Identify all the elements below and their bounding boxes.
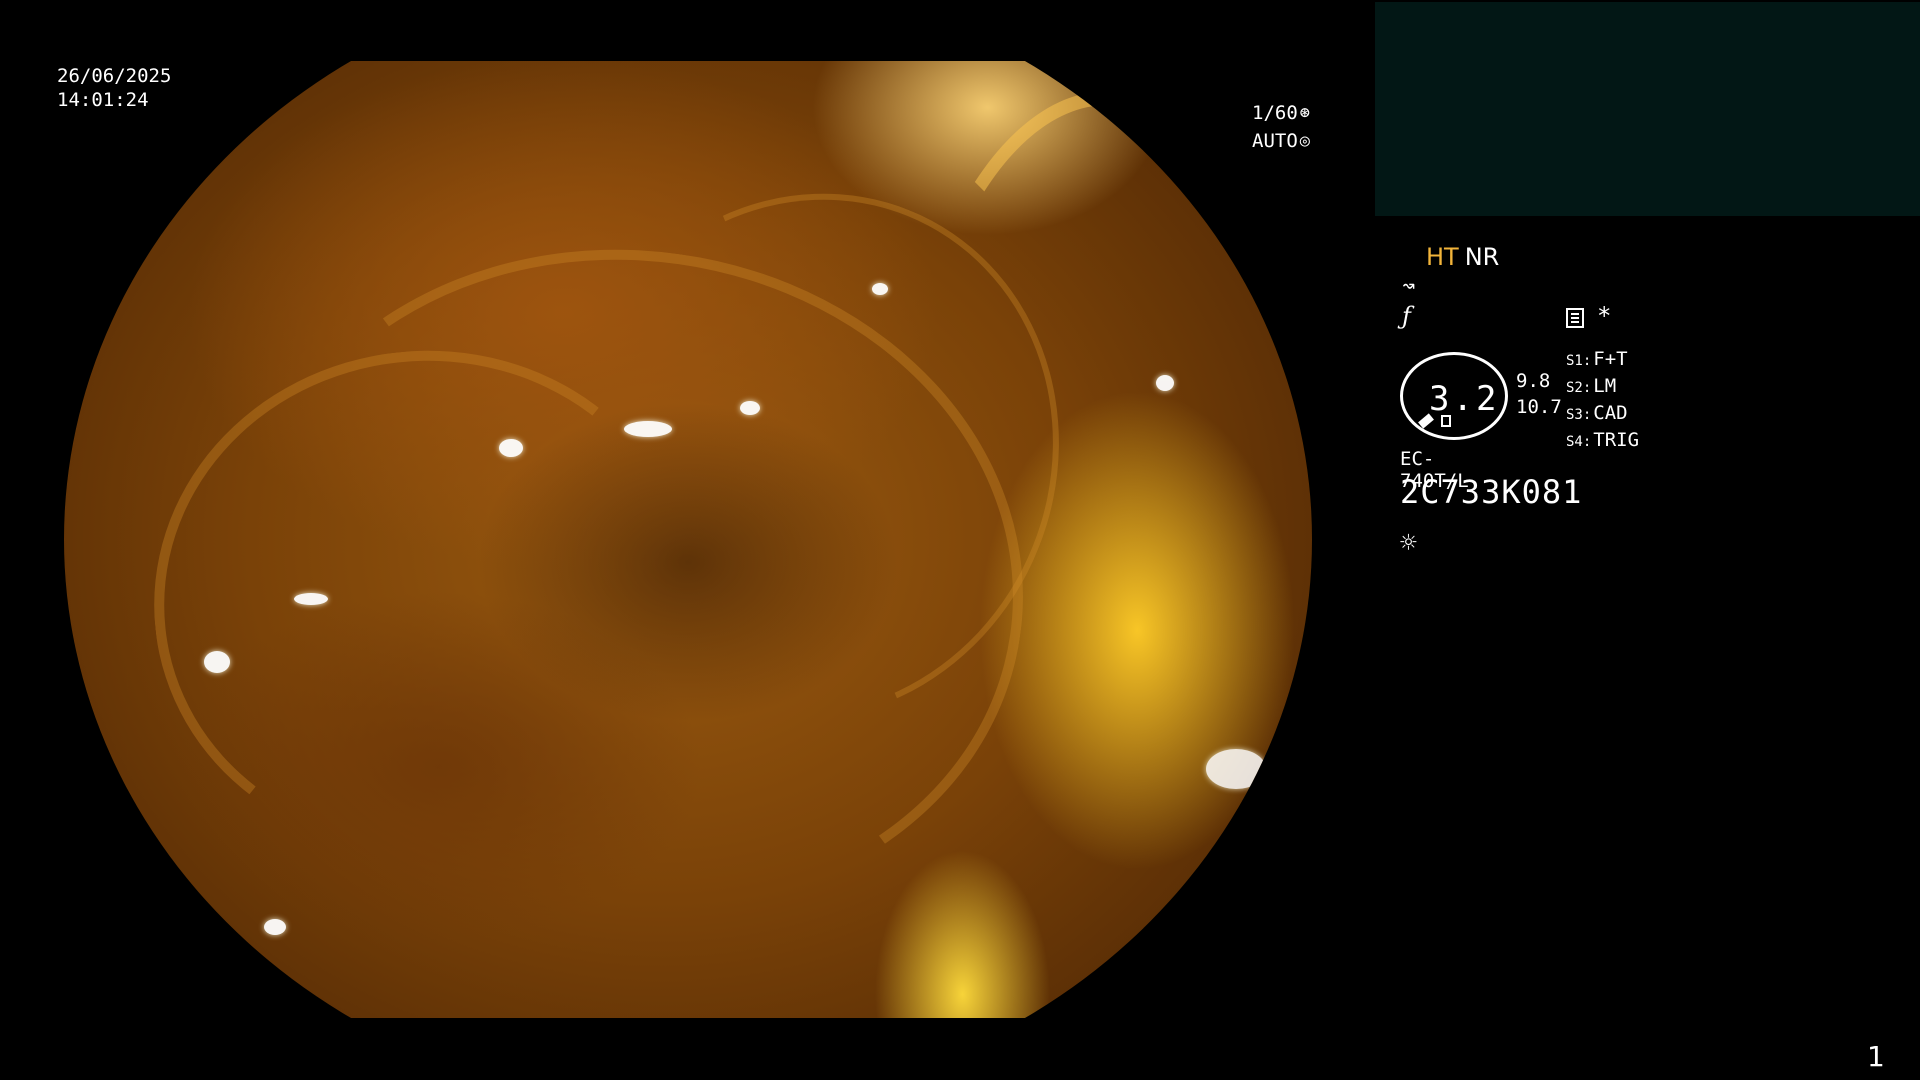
page-number: 1 xyxy=(1867,1040,1885,1073)
light-reflection xyxy=(264,919,286,935)
light-reflection xyxy=(624,421,672,437)
iris-icon: ◎ xyxy=(1299,131,1311,151)
light-reflection xyxy=(1206,749,1266,789)
waveform-icon: ↝ xyxy=(1402,274,1416,299)
focus-value: 10.7 xyxy=(1516,396,1562,418)
mode-ht: HT xyxy=(1426,243,1459,271)
time-text: 14:01:24 xyxy=(57,89,149,111)
light-reflection xyxy=(499,439,523,457)
sun-icon: ☼ xyxy=(1400,526,1417,559)
switch-value: F+T xyxy=(1593,348,1628,370)
switch-assignments: S1: F+T S2: LM S3: CAD S4: TRIG xyxy=(1566,347,1639,455)
scope-serial-number: 2C733K081 xyxy=(1400,473,1583,511)
date-time-display: 26/06/2025 14:01:24 xyxy=(57,64,171,112)
focus-value: 9.8 xyxy=(1516,370,1551,392)
mucosal-fold xyxy=(884,91,1312,1018)
switch-item: S3: CAD xyxy=(1566,401,1639,428)
light-reflection xyxy=(872,283,888,295)
switch-value: CAD xyxy=(1593,402,1628,424)
scope-tip-outline-icon xyxy=(1441,415,1451,427)
light-reflection xyxy=(740,401,760,415)
light-reflection xyxy=(1156,375,1174,391)
exposure-settings: 1/60 ⊛ AUTO ◎ xyxy=(1252,99,1310,155)
date-text: 26/06/2025 xyxy=(57,65,172,87)
switch-key: S2: xyxy=(1566,380,1592,396)
switch-value: LM xyxy=(1593,375,1617,397)
switch-key: S4: xyxy=(1566,434,1592,450)
zoom-value: 3.2 xyxy=(1429,379,1500,419)
shutter-speed: 1/60 xyxy=(1252,102,1298,124)
light-reflection xyxy=(204,651,230,673)
light-reflection xyxy=(294,593,328,605)
switch-item: S2: LM xyxy=(1566,374,1639,401)
exposure-mode: AUTO xyxy=(1252,130,1298,152)
light-reflection xyxy=(1074,991,1098,1005)
asterisk-indicator: * xyxy=(1597,302,1612,330)
endoscope-image-view xyxy=(64,61,1312,1018)
switch-value: TRIG xyxy=(1593,429,1640,451)
switch-key: S3: xyxy=(1566,407,1592,423)
mode-nr: NR xyxy=(1464,243,1500,271)
zoom-indicator: 3.2 xyxy=(1400,352,1508,440)
thumbnail-panel xyxy=(1375,2,1920,216)
switch-item: S1: F+T xyxy=(1566,347,1639,374)
enhance-f-icon: ƒ xyxy=(1402,302,1411,330)
image-modes: HT NR xyxy=(1426,243,1499,271)
document-icon xyxy=(1566,308,1584,328)
switch-key: S1: xyxy=(1566,353,1592,369)
endoscopy-monitor: 26/06/2025 14:01:24 1/60 ⊛ AUTO ◎ HT NR ↝… xyxy=(0,0,1920,1080)
focus-values: 9.8 10.7 xyxy=(1516,368,1562,420)
switch-item: S4: TRIG xyxy=(1566,428,1639,455)
endoscope-image xyxy=(64,61,1312,1018)
aperture-icon: ⊛ xyxy=(1299,103,1311,123)
